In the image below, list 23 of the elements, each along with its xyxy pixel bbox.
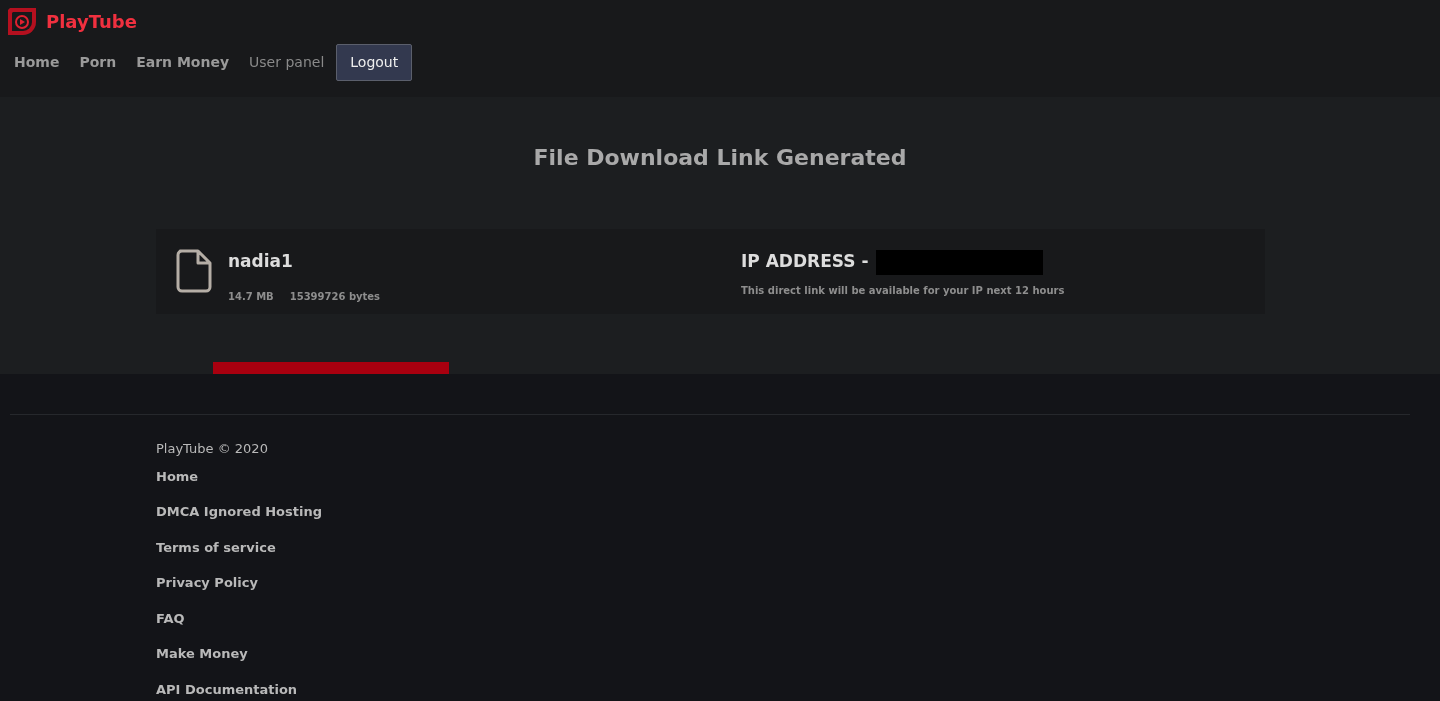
page-heading: File Download Link Generated — [532, 144, 908, 172]
file-icon — [176, 249, 212, 294]
file-name: nadia1 — [228, 250, 294, 274]
footer-link[interactable]: Home — [156, 466, 199, 486]
brand-name[interactable]: PlayTube — [46, 7, 137, 35]
ip-note: This direct link will be available for your IP next 12 hours — [741, 283, 1065, 298]
nav-link[interactable]: Porn — [79, 52, 117, 73]
logout-button[interactable]: Logout — [336, 44, 413, 81]
footer-link[interactable]: API Documentation — [156, 679, 298, 699]
nav-link[interactable]: User panel — [249, 52, 325, 73]
footer-link[interactable]: Privacy Policy — [156, 573, 258, 593]
footer-link[interactable]: Terms of service — [156, 537, 276, 557]
footer-link[interactable]: Make Money — [156, 644, 248, 664]
download-bar[interactable] — [213, 362, 449, 374]
file-bytes: 15399726 bytes — [289, 290, 381, 302]
ip-label: IP ADDRESS - — [741, 250, 869, 274]
footer-link[interactable]: DMCA Ignored Hosting — [156, 502, 323, 522]
file-size: 14.7 MB — [228, 290, 274, 302]
nav-link[interactable]: Earn Money — [136, 52, 230, 73]
copyright-text: PlayTube © 2020 — [156, 440, 269, 458]
nav-link[interactable]: Home — [14, 52, 60, 73]
logo-icon — [6, 6, 38, 36]
footer-link[interactable]: FAQ — [156, 608, 185, 628]
